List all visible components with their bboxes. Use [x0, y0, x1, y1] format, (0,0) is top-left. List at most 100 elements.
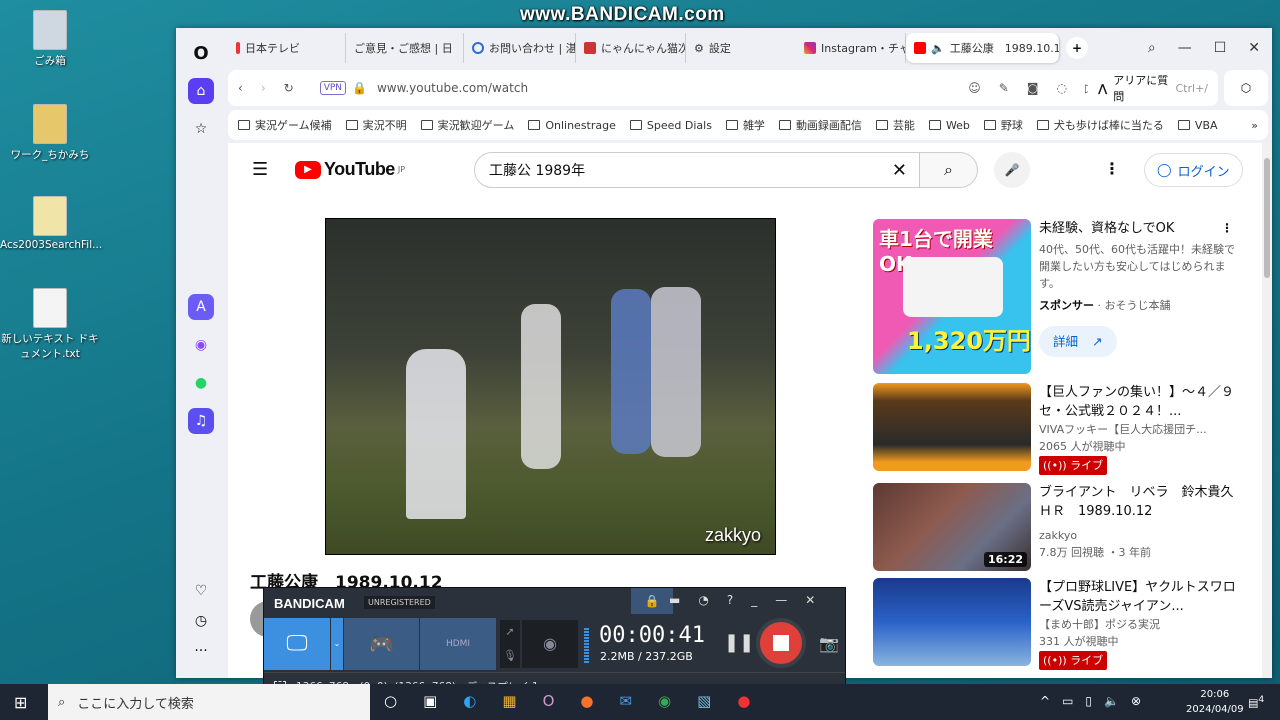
desktop-icon-recycle-bin[interactable]: ごみ箱 — [0, 10, 100, 68]
close-button[interactable]: ✕ — [1248, 40, 1260, 56]
new-tab-button[interactable]: + — [1066, 37, 1088, 59]
ime-icon[interactable]: ⊗ — [1131, 694, 1141, 708]
bookmark[interactable]: 実況ゲーム候補 — [238, 117, 332, 133]
camera-icon[interactable]: ◙ — [1027, 81, 1039, 95]
bookmark[interactable]: 犬も歩けば棒に当たる — [1037, 117, 1164, 133]
player-icon[interactable]: ♫ — [188, 408, 214, 434]
desktop-icon-shortcut[interactable]: ワーク_ちかみち — [0, 104, 100, 162]
ad-card[interactable]: 車1台で開業OK 1,320万円 未経験、資格なしでOK 40代、50代、60代… — [873, 219, 1262, 379]
edit-icon[interactable]: ✎ — [999, 81, 1009, 95]
opera-logo-icon[interactable]: O — [188, 40, 214, 66]
desktop-icon-textfile[interactable]: 新しいテキスト ドキュメント.txt — [0, 288, 100, 361]
extensions-button[interactable]: ⬡ — [1224, 70, 1268, 106]
opera-icon[interactable]: O — [543, 692, 555, 710]
scrollbar-thumb[interactable] — [1264, 158, 1270, 278]
tab-feedback[interactable]: ご意見・ご感想 | 日 — [346, 33, 464, 63]
tab-settings[interactable]: ⚙ 設定 — [686, 33, 796, 63]
bookmark[interactable]: 動画録画配信 — [779, 117, 862, 133]
lock-icon[interactable]: 🔒 — [352, 81, 367, 95]
pause-button[interactable]: ❚❚ — [724, 632, 754, 653]
home-icon[interactable]: ⌂ — [188, 78, 214, 104]
search-button[interactable]: ⌕ — [920, 152, 978, 188]
network-icon[interactable]: ▭ — [1062, 694, 1073, 708]
bandicam-icon[interactable]: ● — [737, 692, 750, 710]
recommendation-item[interactable]: 16:22 ブライアント リベラ 鈴木貴久ＨＲ 1989.10.12 zakkyo… — [873, 483, 1262, 575]
clear-search-icon[interactable]: ✕ — [892, 160, 907, 181]
minimize-button[interactable]: — — [1178, 40, 1192, 56]
bookmark[interactable]: 実況歓迎ゲーム — [421, 117, 515, 133]
battery-icon[interactable]: ▯ — [1085, 694, 1092, 708]
store-icon[interactable]: ▦ — [502, 692, 516, 710]
clock[interactable]: 20:06 2024/04/09 — [1186, 687, 1244, 717]
aria-button[interactable]: ⋀ アリアに質問 Ctrl+/ — [1088, 70, 1218, 106]
star-icon[interactable]: ☆ — [188, 116, 214, 142]
notification-center-button[interactable]: ▤4 — [1248, 694, 1264, 710]
tab-youtube-active[interactable]: 🔈 工藤公康 1989.10.12 — [906, 33, 1060, 63]
heart-icon[interactable]: ♡ — [188, 578, 214, 604]
tab-contact[interactable]: お問い合わせ | 湛 — [464, 33, 576, 63]
more-icon[interactable]: ··· — [188, 638, 214, 664]
bookmark[interactable]: Web — [929, 119, 970, 132]
whatsapp-icon[interactable]: ● — [188, 370, 214, 396]
cortana-icon[interactable]: ○ — [384, 692, 397, 710]
tab-cat[interactable]: にゃんにゃん猫次郎 — [576, 33, 686, 63]
volume-icon[interactable]: 🔈 — [1104, 694, 1119, 708]
youtube-logo[interactable]: ▶ YouTube JP — [295, 159, 405, 180]
desktop-icon-folder[interactable]: Acs2003SearchFil... — [0, 196, 102, 251]
reload-button[interactable]: ↻ — [284, 81, 294, 95]
tab-instagram[interactable]: Instagram・チャ — [796, 33, 906, 63]
login-button[interactable]: ◯ ログイン — [1144, 153, 1243, 187]
edge-icon[interactable]: ◐ — [463, 692, 476, 710]
stop-record-button[interactable] — [756, 618, 806, 668]
windows-start-button[interactable]: ⊞ — [14, 693, 27, 712]
lock-icon[interactable]: 🔒 — [631, 588, 673, 614]
bookmark[interactable]: Speed Dials — [630, 119, 712, 132]
forward-button[interactable]: › — [261, 81, 266, 95]
history-icon[interactable]: ◷ — [188, 608, 214, 634]
ad-more-icon[interactable]: ⋮ — [1221, 221, 1233, 235]
recommendation-item[interactable]: 【プロ野球LIVE】ヤクルトスワローズVS読売ジャイアン... 【まめ十郎】ポジる… — [873, 578, 1262, 670]
search-input[interactable]: 工藤公 1989年 ✕ — [474, 152, 920, 188]
bookmark[interactable]: 実況不明 — [346, 117, 407, 133]
bookmark[interactable]: Onlinestrage — [528, 119, 616, 132]
folder-icon[interactable]: ▬ — [669, 593, 680, 607]
collapse-button[interactable]: _ — [751, 593, 757, 607]
voice-search-button[interactable]: 🎤 — [994, 152, 1030, 188]
messenger-icon[interactable]: ◉ — [188, 332, 214, 358]
ad-details-button[interactable]: 詳細 ↗ — [1039, 326, 1117, 357]
recommendation-item[interactable]: 【巨人ファンの集い！】～４／９セ・公式戦２０２４！... VIVAフッキー【巨人大… — [873, 383, 1262, 475]
taskbar-search-input[interactable]: ⌕ ここに入力して検索 — [48, 684, 370, 720]
mail-icon[interactable]: ✉ — [619, 692, 632, 710]
url-input[interactable]: www.youtube.com/watch — [377, 81, 950, 95]
firefox-icon[interactable]: ● — [580, 692, 593, 710]
webcam-button[interactable]: ◉ — [522, 620, 578, 668]
cursor-icon[interactable]: ➚ — [500, 620, 520, 644]
bookmark[interactable]: 芸能 — [876, 117, 915, 133]
page-scrollbar[interactable] — [1262, 143, 1272, 678]
hdmi-mode-button[interactable]: HDMI — [420, 618, 496, 670]
minimize-button[interactable]: — — [775, 593, 787, 607]
cursor-mic-toggles[interactable]: ➚ 🎙 — [500, 620, 520, 668]
shield-icon[interactable]: ◌ — [1056, 81, 1066, 95]
app-icon[interactable]: ▧ — [697, 692, 711, 710]
task-view-icon[interactable]: ▣ — [423, 692, 437, 710]
search-tabs-icon[interactable]: ⌕ — [1148, 40, 1156, 56]
help-icon[interactable]: ? — [727, 593, 733, 607]
close-button[interactable]: ✕ — [805, 593, 815, 607]
more-bookmarks-icon[interactable]: » — [1251, 119, 1258, 132]
mode-dropdown-button[interactable]: ⌄ — [331, 618, 343, 670]
settings-more-icon[interactable]: ⋮ — [1104, 159, 1120, 178]
tab-ntv[interactable]: 日本テレビ — [228, 33, 346, 63]
vpn-badge[interactable]: VPN — [319, 81, 347, 95]
maximize-button[interactable]: ☐ — [1214, 40, 1227, 56]
chrome-icon[interactable]: ◉ — [658, 692, 671, 710]
screenshot-camera-icon[interactable]: 📷 — [819, 634, 839, 653]
bookmark[interactable]: 雑学 — [726, 117, 765, 133]
screen-mode-button[interactable]: 🖵 — [264, 618, 330, 670]
video-player[interactable]: zakkyo — [325, 218, 776, 555]
back-button[interactable]: ‹ — [238, 81, 243, 95]
game-mode-button[interactable]: 🎮 — [344, 618, 419, 670]
aria-icon[interactable]: A — [188, 294, 214, 320]
timer-icon[interactable]: ◔ — [698, 593, 708, 607]
bookmark[interactable]: VBA — [1178, 119, 1218, 132]
